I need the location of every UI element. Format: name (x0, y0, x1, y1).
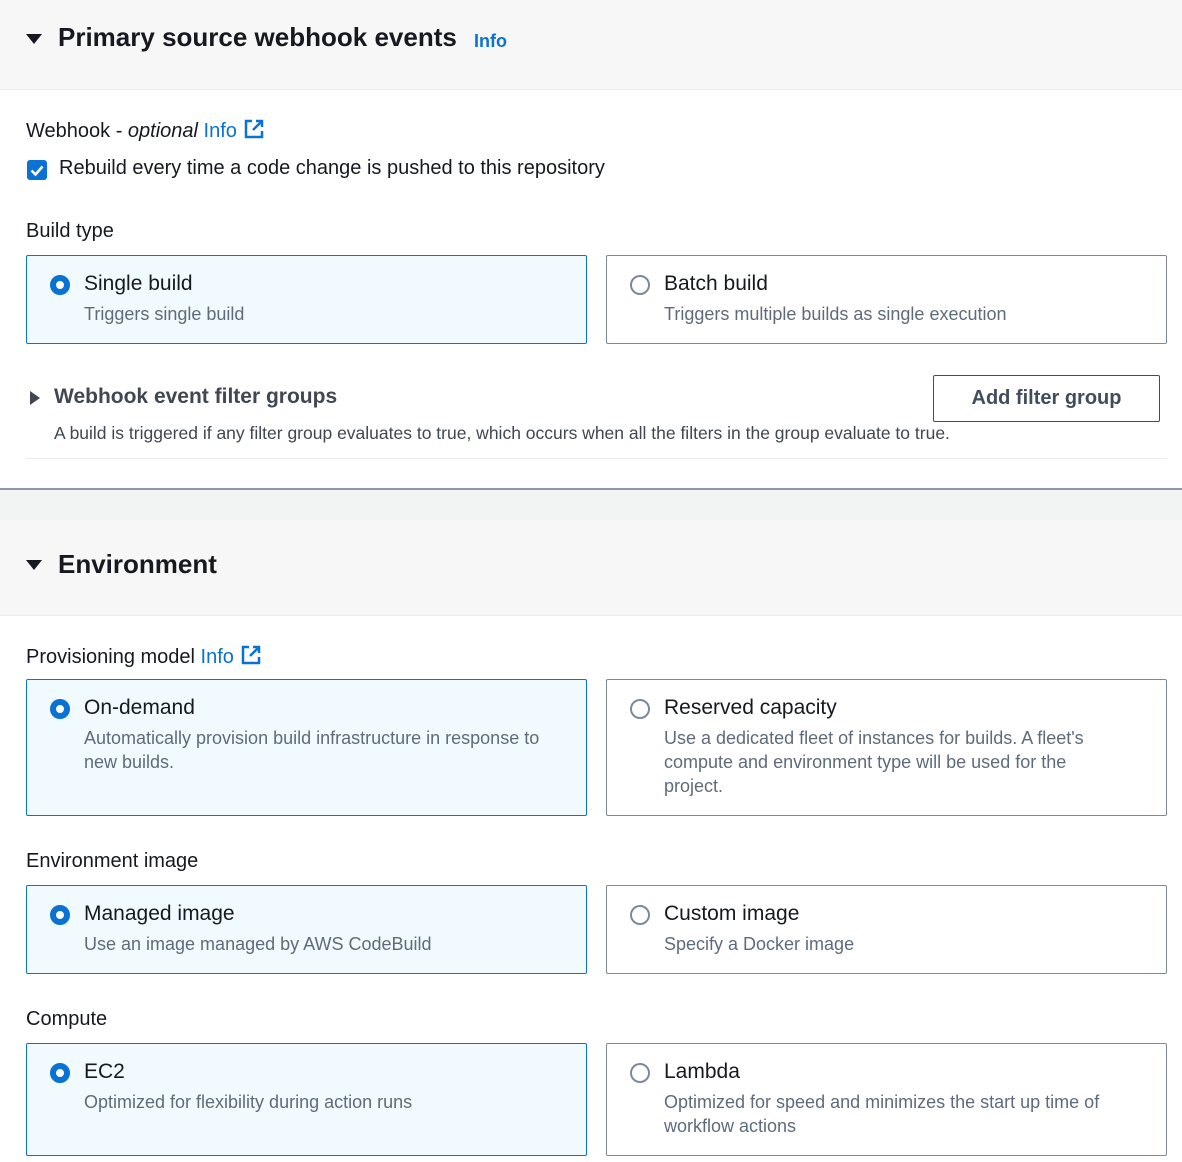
filter-groups-description: A build is triggered if any filter group… (54, 423, 950, 443)
batch-build-description: Triggers multiple builds as single execu… (664, 304, 1007, 324)
compute-label: Compute (26, 1008, 108, 1030)
batch-build-radio[interactable] (630, 275, 650, 295)
custom-image-description: Specify a Docker image (664, 934, 855, 954)
provisioning-info-link[interactable]: Info (201, 646, 234, 668)
filter-groups-title[interactable]: Webhook event filter groups (54, 385, 337, 409)
custom-image-title: Custom image (664, 902, 800, 925)
managed-image-radio[interactable] (50, 905, 70, 925)
single-build-tile[interactable]: Single build Triggers single build (26, 255, 587, 344)
environment-panel-header[interactable]: Environment (0, 520, 1182, 616)
custom-image-tile[interactable]: Custom image Specify a Docker image (606, 885, 1167, 974)
ec2-radio[interactable] (50, 1063, 70, 1083)
managed-image-description: Use an image managed by AWS CodeBuild (84, 934, 432, 954)
webhook-panel-header[interactable]: Primary source webhook events Info (0, 0, 1182, 90)
panel-gap (0, 490, 1182, 520)
lambda-tile[interactable]: Lambda Optimized for speed and minimizes… (606, 1043, 1167, 1156)
divider (26, 458, 1167, 459)
optional-label: optional (127, 120, 198, 142)
external-link-icon[interactable] (243, 118, 265, 140)
reserved-capacity-title: Reserved capacity (664, 696, 837, 719)
build-type-label: Build type (26, 220, 114, 242)
rebuild-checkbox[interactable] (27, 160, 47, 180)
custom-image-radio[interactable] (630, 905, 650, 925)
reserved-capacity-tile[interactable]: Reserved capacity Use a dedicated fleet … (606, 679, 1167, 816)
reserved-capacity-description: Use a dedicated fleet of instances for b… (664, 728, 1084, 796)
webhook-label-text: Webhook - (26, 120, 128, 142)
caret-right-icon[interactable] (30, 391, 40, 405)
lambda-radio[interactable] (630, 1063, 650, 1083)
environment-panel-title: Environment (58, 549, 217, 579)
managed-image-tile[interactable]: Managed image Use an image managed by AW… (26, 885, 587, 974)
managed-image-title: Managed image (84, 902, 235, 925)
reserved-capacity-radio[interactable] (630, 699, 650, 719)
on-demand-radio[interactable] (50, 699, 70, 719)
add-filter-group-button[interactable]: Add filter group (933, 375, 1160, 422)
webhook-field-label: Webhook - optional Info (26, 118, 265, 143)
webhook-label-info-link[interactable]: Info (204, 120, 237, 142)
on-demand-title: On-demand (84, 696, 195, 719)
on-demand-description: Automatically provision build infrastruc… (84, 728, 540, 772)
provisioning-model-label: Provisioning model Info (26, 644, 262, 669)
provisioning-label-text: Provisioning model (26, 646, 195, 668)
webhook-panel-title: Primary source webhook events (58, 22, 457, 52)
single-build-description: Triggers single build (84, 304, 245, 324)
lambda-description: Optimized for speed and minimizes the st… (664, 1092, 1100, 1136)
rebuild-checkbox-label[interactable]: Rebuild every time a code change is push… (59, 157, 605, 180)
checkmark-icon (30, 165, 44, 177)
environment-image-label: Environment image (26, 850, 199, 872)
external-link-icon[interactable] (240, 644, 262, 666)
ec2-title: EC2 (84, 1060, 125, 1083)
lambda-title: Lambda (664, 1060, 740, 1083)
webhook-info-link[interactable]: Info (474, 31, 507, 52)
single-build-title: Single build (84, 272, 193, 295)
on-demand-tile[interactable]: On-demand Automatically provision build … (26, 679, 587, 816)
caret-down-icon[interactable] (26, 560, 42, 570)
ec2-description: Optimized for flexibility during action … (84, 1092, 413, 1112)
ec2-tile[interactable]: EC2 Optimized for flexibility during act… (26, 1043, 587, 1156)
caret-down-icon[interactable] (26, 34, 42, 44)
batch-build-title: Batch build (664, 272, 768, 295)
single-build-radio[interactable] (50, 275, 70, 295)
batch-build-tile[interactable]: Batch build Triggers multiple builds as … (606, 255, 1167, 344)
